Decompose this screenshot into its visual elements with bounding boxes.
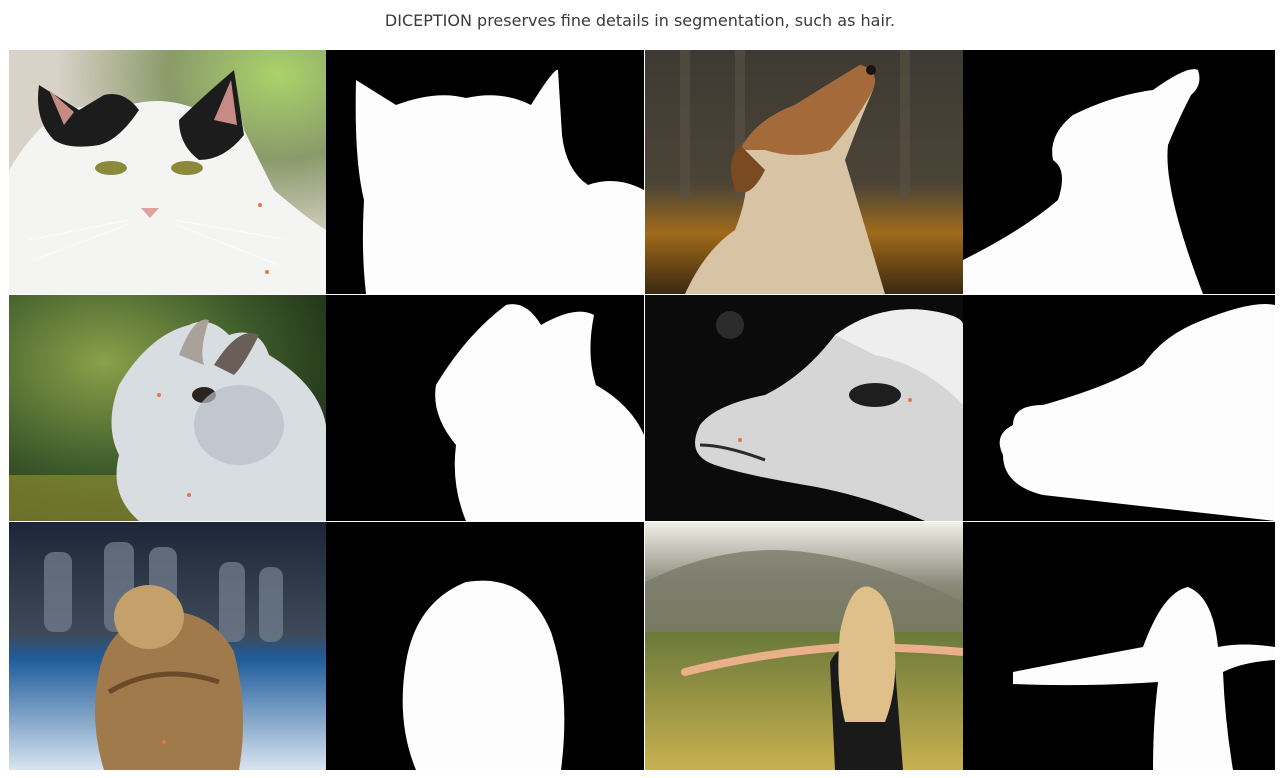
long-hair-photo bbox=[645, 522, 963, 770]
segmentation-grid bbox=[9, 50, 1275, 770]
hair-bun-photo bbox=[9, 522, 326, 770]
cat-mask bbox=[326, 50, 644, 294]
dog-photo bbox=[645, 50, 963, 294]
rabbit-mask bbox=[326, 295, 644, 521]
alpaca-mask bbox=[963, 295, 1275, 521]
dog-mask bbox=[963, 50, 1275, 294]
long-hair-mask bbox=[963, 522, 1275, 770]
alpaca-photo bbox=[645, 295, 963, 521]
figure-caption: DICEPTION preserves fine details in segm… bbox=[384, 11, 896, 30]
cat-photo bbox=[9, 50, 326, 294]
rabbit-photo bbox=[9, 295, 326, 521]
hair-bun-mask bbox=[326, 522, 644, 770]
